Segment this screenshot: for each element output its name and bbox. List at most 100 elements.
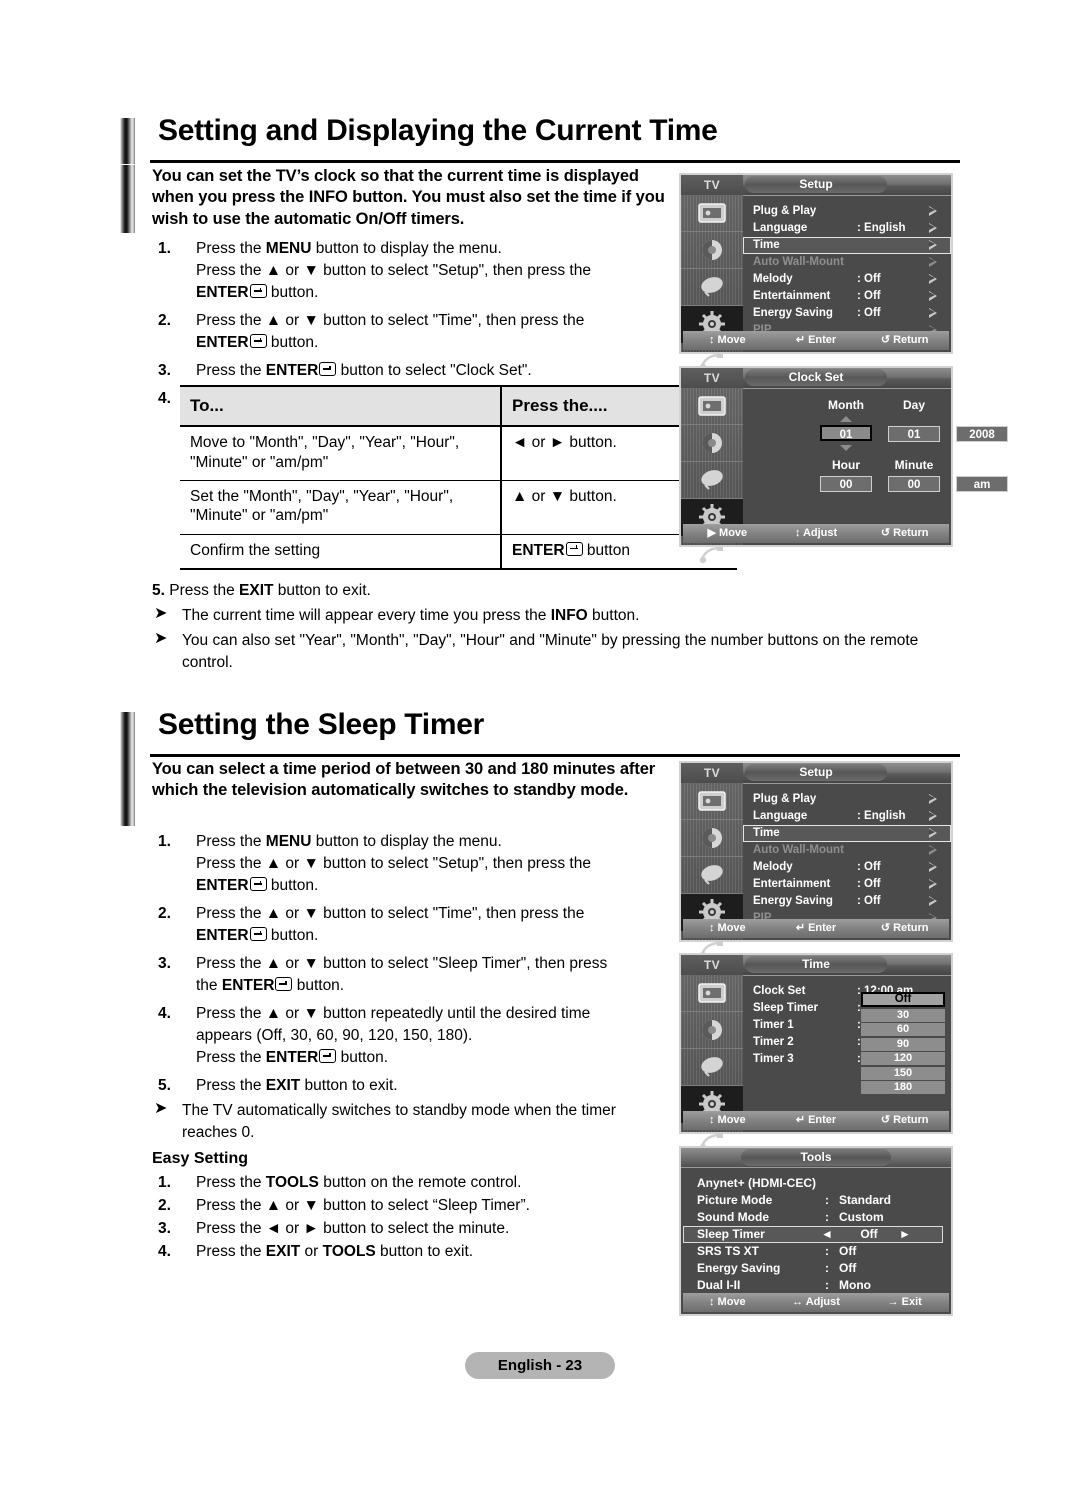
- intro-accent-bar: [120, 165, 135, 233]
- tools-row-srs-ts-xt[interactable]: SRS TS XT: Off: [683, 1243, 949, 1260]
- picture-icon[interactable]: [681, 975, 743, 1012]
- menu-row-language[interactable]: Language: English: [743, 808, 951, 825]
- menu-row-language[interactable]: Language: English: [743, 220, 951, 237]
- intro-text-sleep-timer: You can select a time period of between …: [152, 760, 656, 800]
- picture-icon[interactable]: [681, 195, 743, 232]
- clock-value-ampm[interactable]: am: [956, 476, 1008, 492]
- channel-icon[interactable]: [681, 269, 743, 306]
- clock-label-day: Day: [902, 398, 925, 412]
- sleep-option-off[interactable]: Off: [861, 992, 945, 1007]
- osd-panel-setup-1: TV Setup Plug & Play Language: English …: [679, 173, 953, 371]
- enter-icon: [319, 362, 337, 376]
- section-heading-sleep-timer: Setting the Sleep Timer: [120, 708, 960, 758]
- menu-label: Sleep Timer: [753, 1002, 818, 1014]
- picture-icon[interactable]: [681, 388, 743, 425]
- menu-label: Clock Set: [753, 985, 806, 997]
- menu-row-energy-saving[interactable]: Energy Saving: Off: [743, 305, 951, 322]
- tools-row-sleep-timer[interactable]: Sleep Timer ◄ Off ►: [683, 1226, 943, 1243]
- tools-row-energy-saving[interactable]: Energy Saving: Off: [683, 1260, 949, 1277]
- step-number: 5.: [158, 1077, 171, 1094]
- sound-icon[interactable]: [681, 1012, 743, 1049]
- menu-row-time[interactable]: Time: [743, 237, 951, 254]
- step-line: Press the EXIT button to exit.: [196, 1077, 398, 1094]
- osd-source-label: TV: [681, 763, 743, 783]
- sleep-option-30[interactable]: 30: [861, 1008, 945, 1022]
- menu-row-melody[interactable]: Melody: Off: [743, 271, 951, 288]
- heading-rule: [150, 160, 960, 163]
- tools-sep: :: [825, 1210, 829, 1224]
- menu-label: Energy Saving: [753, 307, 833, 319]
- table-cell-to: Set the "Month", "Day", "Year", "Hour", …: [180, 480, 502, 535]
- footer-move: ↕ Move: [708, 1296, 746, 1308]
- tools-label: Anynet+ (HDMI-CEC): [697, 1176, 816, 1190]
- step-item: 1. Press the MENU button to display the …: [152, 831, 672, 897]
- manual-page: Setting and Displaying the Current Time …: [0, 0, 1080, 1486]
- caret-right-icon[interactable]: ►: [899, 1227, 911, 1241]
- tools-row-sound-mode[interactable]: Sound Mode: Custom: [683, 1209, 949, 1226]
- enter-icon: [249, 284, 267, 298]
- easy-setting-steps: 1. Press the TOOLS button on the remote …: [152, 1172, 672, 1264]
- clock-value-year[interactable]: 2008: [956, 426, 1008, 442]
- enter-icon: [249, 927, 267, 941]
- tools-row-picture-mode[interactable]: Picture Mode: Standard: [683, 1192, 949, 1209]
- menu-value: : English: [857, 810, 906, 822]
- osd-source-label: TV: [681, 368, 743, 388]
- osd-titlebar: TV Time: [681, 955, 951, 976]
- menu-row-auto-wall-mount[interactable]: Auto Wall-Mount: [743, 842, 951, 859]
- sound-icon[interactable]: [681, 232, 743, 269]
- clock-value-day[interactable]: 01: [888, 426, 940, 442]
- menu-row-melody[interactable]: Melody: Off: [743, 859, 951, 876]
- step-item: 5. Press the EXIT button to exit.: [152, 1075, 672, 1097]
- footer-adjust: ↕ Adjust: [794, 527, 838, 539]
- sound-icon[interactable]: [681, 820, 743, 857]
- step-line: Press the MENU button to display the men…: [196, 240, 502, 257]
- tools-label: Energy Saving: [697, 1261, 781, 1275]
- menu-row-energy-saving[interactable]: Energy Saving: Off: [743, 893, 951, 910]
- menu-label: Entertainment: [753, 878, 831, 890]
- menu-row-entertainment[interactable]: Entertainment: Off: [743, 288, 951, 305]
- menu-label: Timer 3: [753, 1053, 794, 1065]
- arrow-bullet-icon: ➤: [154, 1100, 168, 1117]
- menu-label: Language: [753, 222, 808, 234]
- clock-label-minute: Minute: [894, 458, 934, 472]
- menu-row-entertainment[interactable]: Entertainment: Off: [743, 876, 951, 893]
- sleep-option-180[interactable]: 180: [861, 1081, 945, 1094]
- caret-left-icon[interactable]: ◄: [815, 1226, 839, 1243]
- step-item: 2. Press the ▲ or ▼ button to select "Ti…: [152, 903, 672, 947]
- footer-enter: ↵ Enter: [795, 1114, 837, 1126]
- clock-value-month[interactable]: 01: [820, 425, 872, 441]
- footer-exit: → Exit: [887, 1296, 922, 1308]
- note-text: The current time will appear every time …: [182, 607, 640, 624]
- step-number: 3.: [158, 1220, 171, 1237]
- footer-return: ↺ Return: [880, 922, 929, 934]
- step-line: Press the ▲ or ▼ button to select "Time"…: [196, 312, 585, 329]
- table-header-to: To...: [180, 384, 502, 428]
- menu-row-time[interactable]: Time: [743, 825, 951, 842]
- clock-value-minute[interactable]: 00: [888, 476, 940, 492]
- caret-up-icon: [840, 416, 852, 422]
- channel-icon[interactable]: [681, 857, 743, 894]
- tools-row-anynet[interactable]: Anynet+ (HDMI-CEC): [683, 1175, 949, 1192]
- footer-return: ↺ Return: [880, 334, 929, 346]
- sleep-option-120[interactable]: 120: [861, 1052, 945, 1065]
- sleep-option-150[interactable]: 150: [861, 1066, 945, 1080]
- step-line: Press the ▲ or ▼ button to select "Sleep…: [196, 955, 608, 972]
- step-line: appears (Off, 30, 60, 90, 120, 150, 180)…: [196, 1027, 473, 1044]
- step-item: 3. Press the ▲ or ▼ button to select "Sl…: [152, 953, 672, 997]
- tools-row-dual-i-ii[interactable]: Dual I-II: Mono: [683, 1277, 949, 1294]
- osd-menu-title: Setup: [745, 764, 887, 781]
- menu-row-auto-wall-mount[interactable]: Auto Wall-Mount: [743, 254, 951, 271]
- menu-row-plug-play[interactable]: Plug & Play: [743, 791, 951, 808]
- sound-icon[interactable]: [681, 425, 743, 462]
- step-line: Press the ▲ or ▼ button to select “Sleep…: [196, 1197, 530, 1214]
- tools-label: Dual I-II: [697, 1278, 741, 1292]
- channel-icon[interactable]: [681, 462, 743, 499]
- channel-icon[interactable]: [681, 1049, 743, 1086]
- menu-row-plug-play[interactable]: Plug & Play: [743, 203, 951, 220]
- osd-icon-rail: [681, 195, 743, 371]
- clock-value-hour[interactable]: 00: [820, 476, 872, 492]
- picture-icon[interactable]: [681, 783, 743, 820]
- sleep-option-90[interactable]: 90: [861, 1037, 945, 1051]
- sleep-option-60[interactable]: 60: [861, 1023, 945, 1036]
- footer-return: ↺ Return: [880, 1114, 929, 1126]
